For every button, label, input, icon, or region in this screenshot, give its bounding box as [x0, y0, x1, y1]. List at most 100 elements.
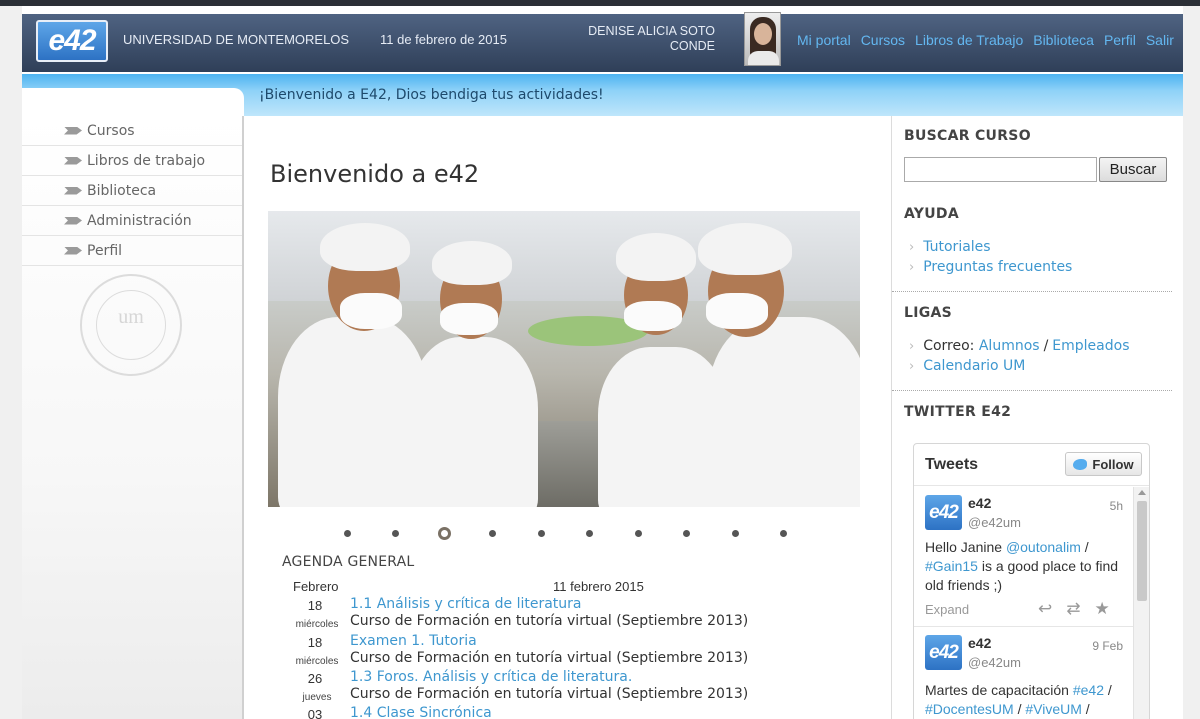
event-link[interactable]: 1.4 Clase Sincrónica [350, 705, 492, 719]
event-weekday: miércoles [295, 656, 339, 667]
main-content: Bienvenido a e42 AGENDA GENERAL Febrero … [246, 116, 891, 719]
arrow-icon [64, 246, 82, 255]
sidebar-item-cursos[interactable]: Cursos [22, 116, 242, 146]
tweet-time[interactable]: 9 Feb [1092, 639, 1123, 653]
twitter-scrollbar[interactable] [1133, 487, 1149, 719]
scroll-up-icon[interactable] [1138, 490, 1146, 495]
event-weekday: jueves [302, 692, 332, 703]
tweet-avatar[interactable]: e42 [925, 495, 962, 530]
tweet-hashtag[interactable]: #Gain15 [925, 558, 978, 574]
arrow-icon [64, 186, 82, 195]
carousel-image[interactable] [268, 211, 860, 507]
agenda-event: 26 jueves 1.3 Foros. Análisis y crítica … [286, 669, 846, 708]
event-link[interactable]: 1.3 Foros. Análisis y crítica de literat… [350, 669, 632, 685]
tweet-handle[interactable]: @e42um [968, 655, 1021, 670]
tweet-mention[interactable]: @outonalim [1006, 539, 1081, 555]
help-link-preguntas[interactable]: › Preguntas frecuentes [909, 257, 1072, 277]
course-search-input[interactable] [904, 157, 1097, 182]
photo-mask [440, 303, 498, 335]
link-label: Tutoriales [923, 239, 991, 255]
sidebar-item-libros-de-trabajo[interactable]: Libros de trabajo [22, 146, 242, 176]
nav-cursos[interactable]: Cursos [861, 32, 905, 48]
carousel-dot[interactable] [517, 530, 566, 540]
mail-employees-link[interactable]: Empleados [1052, 338, 1129, 354]
carousel-dot[interactable] [372, 530, 421, 540]
carousel-dot-active[interactable] [420, 527, 469, 540]
nav-mi-portal[interactable]: Mi portal [797, 32, 851, 48]
scrollbar-thumb[interactable] [1137, 501, 1147, 601]
nav-perfil[interactable]: Perfil [1104, 32, 1136, 48]
retweet-icon[interactable]: ⇄ [1066, 599, 1080, 619]
photo-mask [340, 293, 402, 329]
reply-icon[interactable]: ↩ [1038, 599, 1052, 619]
favorite-icon[interactable]: ★ [1095, 599, 1110, 619]
right-sidebar: BUSCAR CURSO Buscar AYUDA › Tutoriales › P… [891, 116, 1183, 719]
tweet-divider [914, 626, 1133, 627]
avatar-body [748, 51, 779, 65]
sidebar-item-biblioteca[interactable]: Biblioteca [22, 176, 242, 206]
nav-biblioteca[interactable]: Biblioteca [1033, 32, 1094, 48]
sidebar-item-perfil[interactable]: Perfil [22, 236, 242, 266]
nav-libros-de-trabajo[interactable]: Libros de Trabajo [915, 32, 1023, 48]
twitter-widget-title: Tweets [925, 456, 979, 473]
current-date: 11 de febrero de 2015 [380, 32, 507, 47]
e42-logo[interactable]: e42 [36, 20, 108, 62]
event-day: 26 [307, 671, 323, 686]
top-nav: Mi portal Cursos Libros de Trabajo Bibli… [797, 32, 1174, 48]
sidebar-item-administracion[interactable]: Administración [22, 206, 242, 236]
search-button[interactable]: Buscar [1099, 157, 1167, 182]
avatar[interactable] [744, 12, 781, 66]
tweet-hashtag[interactable]: #DocentesUM [925, 701, 1014, 717]
carousel-dot[interactable] [323, 530, 372, 540]
carousel-dot[interactable] [614, 530, 663, 540]
event-link[interactable]: Examen 1. Tutoria [350, 633, 477, 649]
tweet-handle[interactable]: @e42um [968, 515, 1021, 530]
tweet-author[interactable]: e42 [968, 495, 991, 511]
help-link-tutoriales[interactable]: › Tutoriales [909, 237, 1072, 257]
arrow-icon [64, 216, 82, 225]
agenda-title: AGENDA GENERAL [282, 554, 415, 570]
event-day: 18 [307, 635, 323, 650]
follow-button[interactable]: Follow [1065, 452, 1142, 476]
tweet-actions: ↩ ⇄ ★ [1038, 599, 1110, 619]
tweet-time[interactable]: 5h [1110, 499, 1123, 513]
photo-cap [616, 233, 696, 281]
carousel-dot[interactable] [566, 530, 615, 540]
nav-salir[interactable]: Salir [1146, 32, 1174, 48]
twitter-bird-icon [1073, 458, 1088, 470]
photo-mask [624, 301, 682, 331]
tweet-expand[interactable]: Expand [925, 602, 969, 617]
mail-label: Correo: [923, 338, 975, 354]
carousel-dot[interactable] [760, 530, 809, 540]
chevron-right-icon: › [909, 259, 915, 275]
carousel-dot[interactable] [663, 530, 712, 540]
agenda-event: 18 miércoles Examen 1. Tutoria Curso de … [286, 633, 846, 672]
carousel-indicators [323, 527, 809, 540]
mail-students-link[interactable]: Alumnos [979, 338, 1040, 354]
tweet-hashtag[interactable]: #e42 [1073, 682, 1104, 698]
carousel-dot[interactable] [711, 530, 760, 540]
sidebar-item-label: Cursos [87, 122, 135, 139]
agenda-event: 18 miércoles 1.1 Análisis y crítica de l… [286, 596, 846, 635]
event-weekday: miércoles [295, 619, 339, 630]
tweet-avatar[interactable]: e42 [925, 635, 962, 670]
event-course: Curso de Formación en tutoría virtual (S… [350, 613, 749, 629]
page-title: Bienvenido a e42 [270, 160, 480, 188]
event-link[interactable]: 1.1 Análisis y crítica de literatura [350, 596, 582, 612]
event-day: 03 [307, 707, 323, 719]
left-sidebar: Cursos Libros de trabajo Biblioteca Admi… [22, 116, 244, 719]
tweet-author[interactable]: e42 [968, 635, 991, 651]
carousel-dot[interactable] [469, 530, 518, 540]
tweet-text-part: / [1104, 682, 1112, 698]
sidebar-item-label: Libros de trabajo [87, 152, 206, 169]
agenda-month: Febrero [293, 579, 339, 594]
photo-cap [698, 223, 792, 275]
search-heading: BUSCAR CURSO [904, 128, 1031, 144]
twitter-widget: Tweets Follow e42 e42 @e42um 5h Hello Ja… [913, 443, 1150, 719]
tweet-hashtag[interactable]: #ViveUM [1025, 701, 1082, 717]
help-links: › Tutoriales › Preguntas frecuentes [909, 237, 1072, 277]
avatar-face [754, 23, 772, 45]
calendar-link[interactable]: › Calendario UM [909, 356, 1130, 376]
photo-cap [432, 241, 512, 285]
twitter-widget-header: Tweets Follow [914, 444, 1149, 486]
